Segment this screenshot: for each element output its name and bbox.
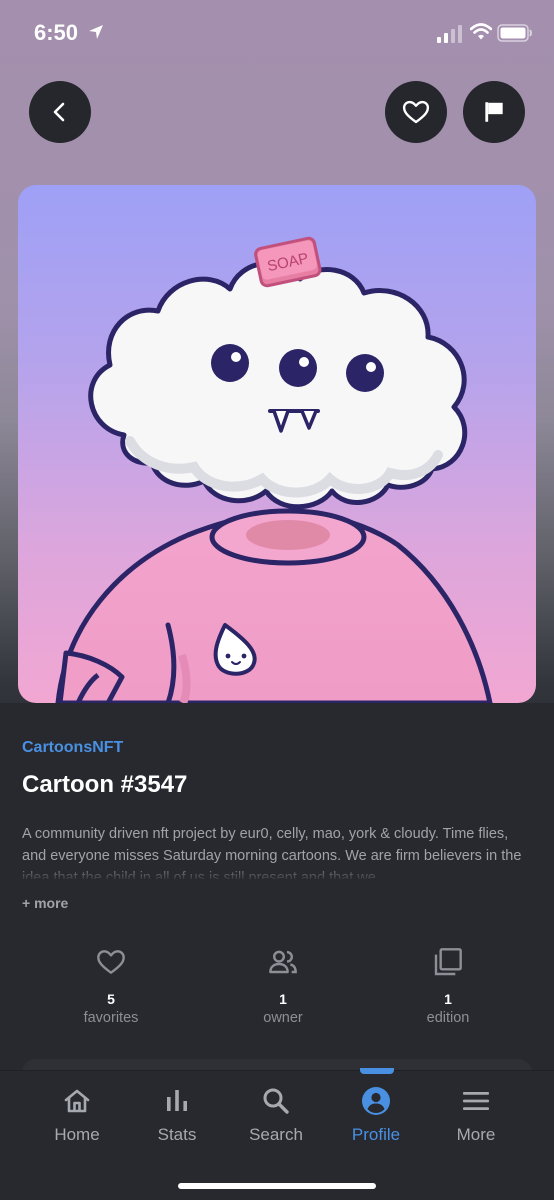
report-button[interactable] [463, 81, 525, 143]
nft-description: A community driven nft project by eur0, … [22, 826, 522, 879]
nft-title: Cartoon #3547 [22, 771, 188, 798]
menu-icon [463, 1092, 489, 1110]
tab-more-label: More [456, 1125, 496, 1144]
status-bar: 6:50 [0, 0, 554, 66]
tab-more[interactable]: More [426, 1085, 526, 1145]
favorites-count: 5 [107, 991, 115, 1007]
edition-label: edition [426, 1010, 470, 1026]
tab-profile[interactable]: Profile [326, 1085, 426, 1145]
status-time: 6:50 [34, 20, 79, 45]
location-arrow-icon [89, 25, 103, 39]
tab-profile-label: Profile [351, 1125, 401, 1144]
favorites-label: favorites [83, 1010, 139, 1026]
tab-search[interactable]: Search [226, 1085, 326, 1145]
people-icon [269, 950, 297, 974]
wifi-icon [470, 23, 492, 40]
nft-details-panel: CartoonsNFT Cartoon #3547 A community dr… [0, 703, 554, 1099]
owner-label: owner [263, 1010, 303, 1026]
tab-stats-label: Stats [157, 1125, 197, 1144]
tab-search-label: Search [249, 1125, 303, 1144]
bar-chart-icon [167, 1090, 187, 1111]
cartoon-artwork-image: SOAP [55, 236, 493, 703]
search-icon [263, 1088, 289, 1114]
chevron-left-icon [53, 102, 65, 122]
heart-outline-icon [402, 100, 430, 124]
collection-link[interactable]: CartoonsNFT [22, 739, 123, 757]
profile-icon [362, 1087, 390, 1115]
edition-count: 1 [444, 991, 452, 1007]
heart-outline-icon [97, 950, 125, 974]
battery-icon [497, 24, 532, 42]
bottom-tab-bar: Home Stats Search Profile More [0, 1068, 554, 1200]
flag-icon [485, 102, 503, 122]
owner-count: 1 [279, 991, 287, 1007]
stat-favorites[interactable]: 5 favorites [41, 946, 181, 1028]
nft-artwork[interactable]: SOAP [18, 185, 536, 703]
tab-home-label: Home [54, 1125, 100, 1144]
copies-icon [434, 948, 462, 976]
show-more-link[interactable]: + more [22, 895, 68, 911]
home-icon [64, 1089, 90, 1113]
tab-home[interactable]: Home [27, 1085, 127, 1145]
favorite-button[interactable] [385, 81, 447, 143]
home-indicator [178, 1183, 376, 1189]
stat-edition[interactable]: 1 edition [378, 946, 518, 1028]
active-tab-indicator [360, 1068, 394, 1074]
stat-owner[interactable]: 1 owner [213, 946, 353, 1028]
cellular-signal-icon [437, 25, 462, 43]
tab-stats[interactable]: Stats [127, 1085, 227, 1145]
back-button[interactable] [29, 81, 91, 143]
